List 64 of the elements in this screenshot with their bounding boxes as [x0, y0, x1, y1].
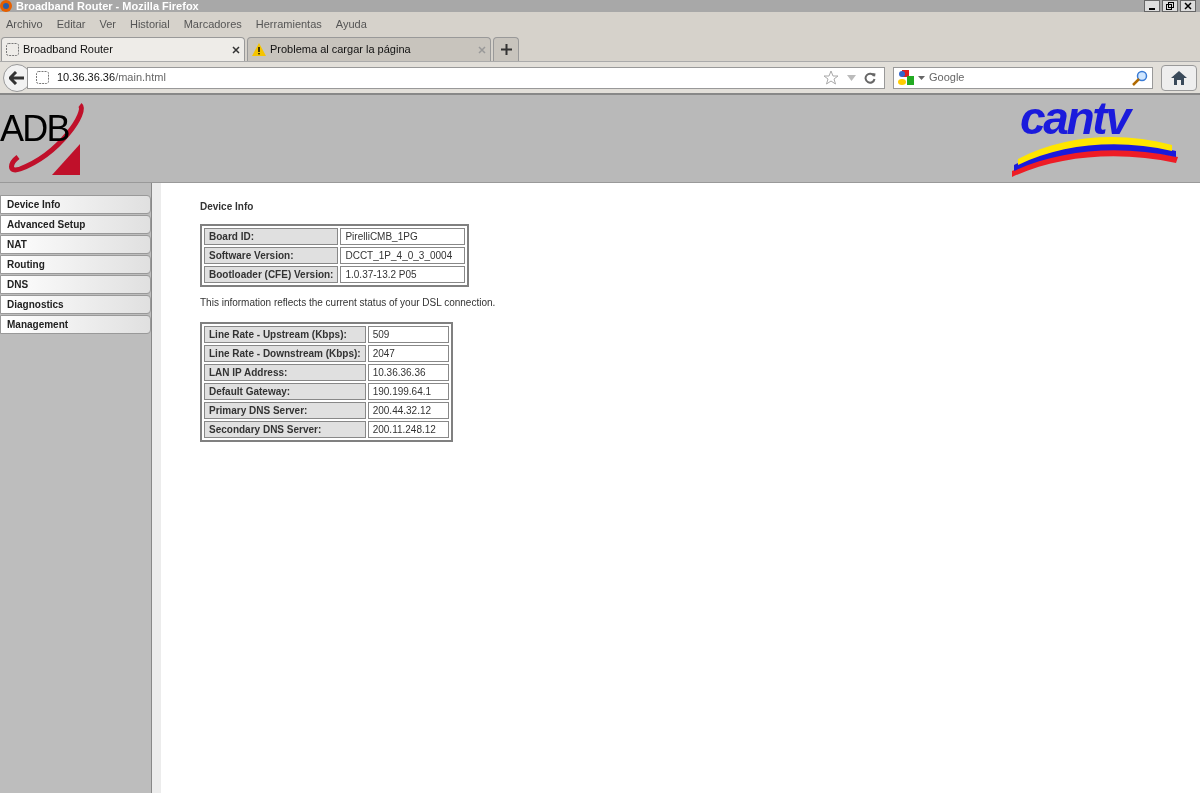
menu-item[interactable]: Archivo — [6, 15, 43, 33]
close-icon[interactable] — [232, 45, 240, 54]
table-cell: Bootloader (CFE) Version: — [204, 266, 339, 283]
restore-button[interactable] — [1162, 0, 1178, 12]
sidebar-item[interactable]: DNS — [0, 275, 151, 294]
cantv-logo: cantv — [1010, 100, 1180, 177]
status-note: This information reflects the current status of your DSL connection. — [200, 296, 496, 310]
search-icon[interactable] — [1132, 69, 1148, 86]
sidebar-item[interactable]: Routing — [0, 255, 151, 274]
google-icon — [898, 69, 914, 86]
tab-label: Broadband Router — [23, 42, 114, 58]
menu-item[interactable]: Historial — [129, 15, 170, 33]
tab-label: Problema al cargar la página — [270, 42, 412, 58]
menu-item[interactable]: Ayuda — [335, 15, 367, 33]
reload-icon[interactable] — [864, 71, 876, 84]
sidebar-item[interactable]: Management — [0, 315, 151, 334]
table-cell: 2047 — [367, 345, 449, 362]
new-tab-button[interactable] — [493, 37, 519, 61]
table-cell: Line Rate - Upstream (Kbps): — [204, 326, 366, 343]
address-field[interactable]: 10.36.36.36/main.html — [27, 66, 885, 89]
table-cell: PirelliCMB_1PG — [340, 228, 466, 245]
table-cell: 190.199.64.1 — [367, 383, 449, 400]
adb-logo: ADB — [0, 98, 90, 179]
sidebar-item[interactable]: NAT — [0, 235, 151, 254]
sidebar-item[interactable]: Device Info — [0, 195, 151, 214]
page-icon — [36, 71, 49, 84]
table-cell: Line Rate - Downstream (Kbps): — [204, 345, 366, 362]
table-cell: LAN IP Address: — [204, 364, 366, 381]
table-cell: Board ID: — [204, 228, 339, 245]
home-button[interactable] — [1161, 64, 1197, 91]
address-path: /main.html — [115, 70, 167, 86]
table-cell: 1.0.37-13.2 P05 — [340, 266, 466, 283]
table-cell: DCCT_1P_4_0_3_0004 — [340, 247, 466, 264]
firefox-icon — [0, 0, 12, 12]
table-cell: 509 — [367, 326, 449, 343]
table-cell: Secondary DNS Server: — [204, 421, 366, 438]
minimize-button[interactable] — [1144, 0, 1160, 12]
browser-tab[interactable]: Problema al cargar la página — [247, 37, 491, 61]
back-arrow-icon — [9, 70, 25, 85]
table-cell: Software Version: — [204, 247, 339, 264]
menu-item[interactable]: Herramientas — [255, 15, 322, 33]
table-cell: 200.44.32.12 — [367, 402, 449, 419]
search-bar[interactable]: Google — [893, 66, 1153, 89]
table-cell: Default Gateway: — [204, 383, 366, 400]
search-field[interactable]: Google — [929, 69, 1128, 86]
menu-item[interactable]: Ver — [99, 15, 116, 33]
table-cell: Primary DNS Server: — [204, 402, 366, 419]
caret-icon[interactable] — [918, 75, 925, 80]
table-cell: 10.36.36.36 — [367, 364, 449, 381]
page-icon — [6, 43, 19, 56]
menu-item[interactable]: Editar — [56, 15, 86, 33]
plus-icon — [500, 44, 512, 55]
table-cell: 200.11.248.12 — [367, 421, 449, 438]
sidebar-item[interactable]: Advanced Setup — [0, 215, 151, 234]
menu-item[interactable]: Marcadores — [183, 15, 242, 33]
browser-tab[interactable]: Broadband Router — [1, 37, 245, 61]
address-host: 10.36.36.36 — [57, 70, 116, 86]
section-title: Device Info — [200, 200, 254, 214]
sidebar-item[interactable]: Diagnostics — [0, 295, 151, 314]
home-icon — [1171, 70, 1187, 85]
star-icon[interactable] — [823, 70, 839, 85]
close-button[interactable] — [1180, 0, 1196, 12]
warning-icon — [252, 43, 266, 56]
window-title: Broadband Router - Mozilla Firefox — [16, 0, 199, 12]
